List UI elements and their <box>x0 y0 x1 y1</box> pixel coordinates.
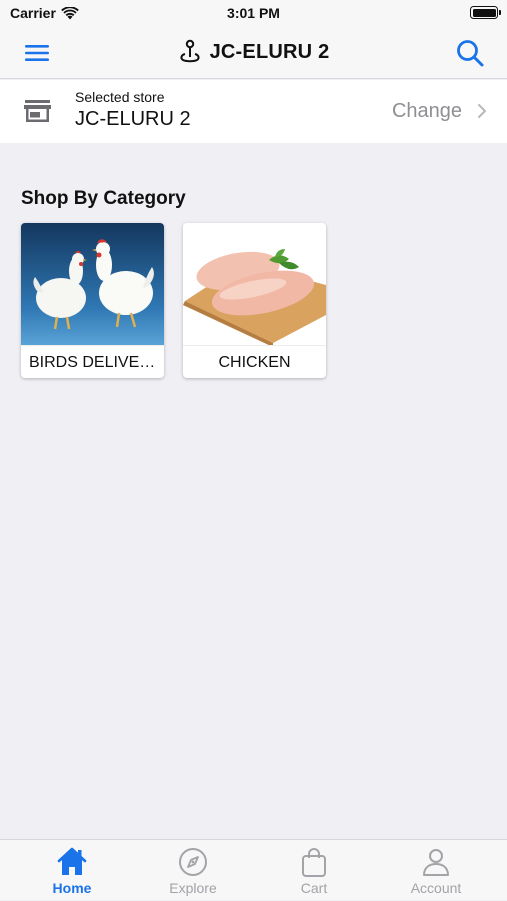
shopping-bag-icon <box>302 848 326 877</box>
selected-store-name: JC-ELURU 2 <box>75 108 191 130</box>
tab-account[interactable]: Account <box>373 840 499 901</box>
tab-explore[interactable]: Explore <box>130 840 256 901</box>
compass-icon <box>179 848 207 876</box>
navigation-bar: JC-ELURU 2 <box>0 26 507 79</box>
clock: 3:01 PM <box>227 5 280 21</box>
chevron-right-icon <box>478 104 486 118</box>
category-card-birds-delivery[interactable]: BIRDS DELIVERY <box>21 223 164 378</box>
page-title: JC-ELURU 2 <box>209 40 330 63</box>
selected-store-caption: Selected store <box>75 89 165 105</box>
search-button[interactable] <box>455 38 485 68</box>
tab-home[interactable]: Home <box>9 840 135 901</box>
location-pin-icon <box>180 39 200 63</box>
person-icon <box>423 849 449 876</box>
status-bar: Carrier 3:01 PM <box>0 0 507 26</box>
birds-delivery-image <box>21 223 164 345</box>
home-icon <box>57 847 87 875</box>
tab-label: Explore <box>169 880 217 896</box>
tab-cart[interactable]: Cart <box>251 840 377 901</box>
section-title: Shop By Category <box>21 188 186 209</box>
tab-label: Home <box>52 880 92 896</box>
category-label: BIRDS DELIVERY <box>21 345 164 378</box>
category-label: CHICKEN <box>183 345 326 378</box>
change-store-link[interactable]: Change <box>392 100 462 123</box>
battery-icon <box>470 6 501 19</box>
chicken-image <box>183 223 326 345</box>
tab-label: Cart <box>300 880 328 896</box>
search-icon <box>457 40 484 67</box>
category-card-chicken[interactable]: CHICKEN <box>183 223 326 378</box>
storefront-icon <box>24 100 51 122</box>
store-title: JC-ELURU 2 <box>0 39 507 65</box>
tab-bar: Home Explore Cart Account <box>0 839 507 900</box>
selected-store-row[interactable]: Selected store JC-ELURU 2 Change <box>0 80 507 143</box>
tab-label: Account <box>410 880 462 896</box>
